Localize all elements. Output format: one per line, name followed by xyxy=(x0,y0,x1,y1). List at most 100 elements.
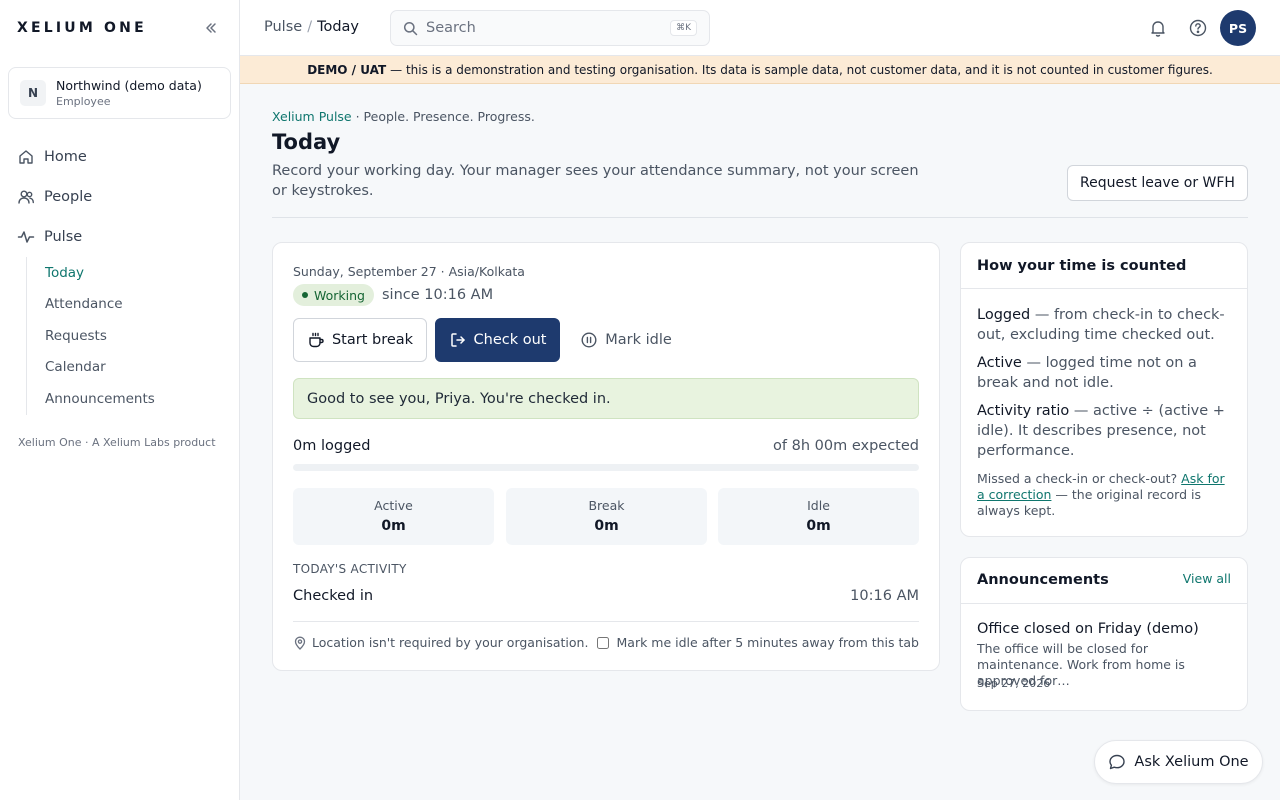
header-divider xyxy=(272,217,1248,218)
people-icon xyxy=(17,188,35,206)
view-all-link[interactable]: View all xyxy=(1183,571,1231,586)
definition-activity-ratio: Activity ratio — active ÷ (active + idle… xyxy=(977,401,1235,461)
definition-active: Active — logged time not on a break and … xyxy=(977,353,1235,393)
search-box[interactable]: ⌘K xyxy=(390,10,710,46)
user-avatar[interactable]: PS xyxy=(1220,10,1256,46)
brand-logo: XELIUM ONE xyxy=(17,20,147,36)
logout-icon xyxy=(449,331,467,349)
location-note-text: Location isn't required by your organisa… xyxy=(312,635,589,650)
activity-time: 10:16 AM xyxy=(850,588,919,604)
stat-label: Idle xyxy=(807,498,830,513)
topbar: Pulse /Today ⌘K PS xyxy=(240,0,1280,56)
card-divider xyxy=(293,621,919,622)
search-icon xyxy=(403,21,418,36)
page-description: Record your working day. Your manager se… xyxy=(272,163,919,199)
stat-value: 0m xyxy=(381,518,406,534)
activity-heading: TODAY'S ACTIVITY xyxy=(293,562,407,576)
sidebar-item-attendance[interactable]: Attendance xyxy=(45,289,239,321)
help-icon[interactable] xyxy=(1188,18,1208,38)
home-icon xyxy=(17,148,35,166)
logged-progress-bar xyxy=(293,464,919,471)
auto-idle-label: Mark me idle after 5 minutes away from t… xyxy=(616,635,919,650)
org-switcher[interactable]: N Northwind (demo data) Employee xyxy=(8,67,231,119)
status-label: Working xyxy=(314,287,365,303)
correction-note: Missed a check-in or check-out? Ask for … xyxy=(977,471,1235,519)
search-shortcut: ⌘K xyxy=(670,20,697,36)
stat-idle: Idle 0m xyxy=(718,488,919,545)
mark-idle-label: Mark idle xyxy=(605,332,672,348)
sidebar-item-today[interactable]: Today xyxy=(45,257,239,289)
breadcrumb: Pulse / Today xyxy=(264,19,359,35)
sidebar-nav: Home People Pulse Today Attendance Reque… xyxy=(0,137,239,415)
time-counting-title: How your time is counted xyxy=(977,258,1187,274)
sidebar-item-pulse[interactable]: Pulse xyxy=(0,217,239,257)
date-line: Sunday, September 27 · Asia/Kolkata xyxy=(293,264,525,279)
today-card: Sunday, September 27 · Asia/Kolkata Work… xyxy=(272,242,940,671)
sidebar-item-label: People xyxy=(44,189,93,205)
card-divider xyxy=(961,603,1247,604)
sidebar-item-requests[interactable]: Requests xyxy=(45,320,239,352)
stat-active: Active 0m xyxy=(293,488,494,545)
breadcrumb-parent[interactable]: Pulse xyxy=(264,19,302,35)
auto-idle-checkbox[interactable] xyxy=(596,636,609,649)
ask-assistant-label: Ask Xelium One xyxy=(1134,754,1249,770)
pulse-subnav: Today Attendance Requests Calendar Annou… xyxy=(26,257,239,415)
search-input[interactable] xyxy=(426,20,656,36)
definition-term: Activity ratio xyxy=(977,403,1070,419)
demo-banner-text: — this is a demonstration and testing or… xyxy=(390,62,1213,77)
product-name: Xelium Pulse xyxy=(272,109,352,124)
product-tagline: · People. Presence. Progress. xyxy=(351,109,535,124)
time-counting-card: How your time is counted Logged — from c… xyxy=(960,242,1248,537)
sidebar-item-home[interactable]: Home xyxy=(0,137,239,177)
stat-value: 0m xyxy=(806,518,831,534)
breadcrumb-current: Today xyxy=(317,19,360,35)
collapse-sidebar-icon[interactable] xyxy=(201,18,221,38)
pause-icon xyxy=(580,331,598,349)
auto-idle-option[interactable]: Mark me idle after 5 minutes away from t… xyxy=(596,635,919,650)
definition-term: Logged xyxy=(977,307,1031,323)
correction-note-prefix: Missed a check-in or check-out? xyxy=(977,471,1182,486)
page-eyebrow: Xelium Pulse · People. Presence. Progres… xyxy=(272,109,535,124)
announcements-title: Announcements xyxy=(977,572,1109,588)
start-break-label: Start break xyxy=(331,332,414,348)
brand-row: XELIUM ONE xyxy=(0,0,239,56)
announcement-title[interactable]: Office closed on Friday (demo) xyxy=(977,621,1199,637)
expected-time: of 8h 00m expected xyxy=(773,438,919,454)
breadcrumb-separator: / xyxy=(307,19,313,35)
coffee-icon xyxy=(307,331,325,349)
status-badge: Working xyxy=(293,284,374,306)
card-divider xyxy=(961,288,1247,289)
location-note: Location isn't required by your organisa… xyxy=(293,635,588,650)
sidebar-item-announcements[interactable]: Announcements xyxy=(45,383,239,415)
page-title: Today xyxy=(272,130,341,154)
chat-bubble-icon xyxy=(1108,753,1126,771)
activity-event: Checked in xyxy=(293,588,374,604)
announcements-card: Announcements View all Office closed on … xyxy=(960,557,1248,711)
org-role: Employee xyxy=(56,94,111,108)
sidebar-item-people[interactable]: People xyxy=(0,177,239,217)
demo-banner: DEMO / UAT — this is a demonstration and… xyxy=(240,56,1280,84)
stat-break: Break 0m xyxy=(506,488,707,545)
check-out-button[interactable]: Check out xyxy=(435,318,560,362)
bell-icon[interactable] xyxy=(1148,18,1168,38)
org-name: Northwind (demo data) xyxy=(56,77,202,93)
mark-idle-button[interactable]: Mark idle xyxy=(576,318,676,362)
demo-banner-label: DEMO / UAT xyxy=(307,62,387,77)
announcement-date: Sep 27, 2026 xyxy=(977,677,1051,690)
check-out-label: Check out xyxy=(473,332,547,348)
request-leave-button[interactable]: Request leave or WFH xyxy=(1067,165,1248,201)
sidebar-item-label: Pulse xyxy=(44,229,83,245)
stat-label: Active xyxy=(374,498,413,513)
org-avatar: N xyxy=(20,80,46,106)
start-break-button[interactable]: Start break xyxy=(293,318,427,362)
status-since: since 10:16 AM xyxy=(381,287,494,303)
ask-assistant-button[interactable]: Ask Xelium One xyxy=(1094,740,1263,784)
definition-logged: Logged — from check-in to check-out, exc… xyxy=(977,305,1235,345)
sidebar: XELIUM ONE N Northwind (demo data) Emplo… xyxy=(0,0,240,800)
org-text: Northwind (demo data) Employee xyxy=(56,78,202,109)
logged-time: 0m logged xyxy=(293,438,371,454)
status-dot-icon xyxy=(302,292,308,298)
sidebar-item-label: Home xyxy=(44,149,87,165)
location-pin-icon xyxy=(293,636,307,650)
sidebar-item-calendar[interactable]: Calendar xyxy=(45,352,239,384)
